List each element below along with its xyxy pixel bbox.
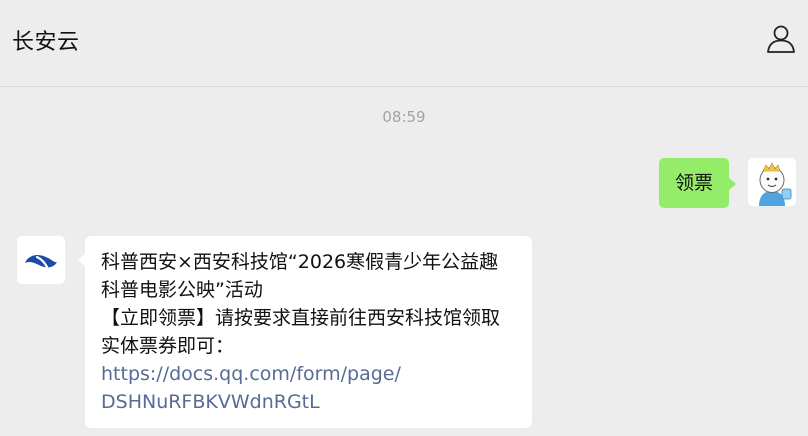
message-text-line: 实体票券即可：	[101, 335, 235, 357]
form-link[interactable]: https://docs.qq.com/form/page/	[101, 360, 518, 388]
incoming-message-bubble[interactable]: 科普西安×西安科技馆“2026寒假青少年公益趣 科普电影公映”活动 【立即领票】…	[78, 236, 532, 428]
outgoing-message-bubble[interactable]: 领票	[658, 158, 737, 208]
form-link[interactable]: DSHNuRFBKVWdnRGtL	[101, 388, 518, 416]
profile-button[interactable]	[764, 22, 798, 56]
chat-title: 长安云	[12, 30, 80, 55]
changan-cloud-logo-icon	[17, 236, 65, 284]
message-text-line: 【立即领票】请按要求直接前往西安科技馆领取	[101, 307, 501, 329]
message-text-line: 科普电影公映”活动	[101, 279, 263, 301]
sender-avatar[interactable]	[17, 236, 65, 284]
person-outline-icon	[767, 25, 795, 53]
cartoon-avatar-icon	[748, 158, 796, 206]
my-avatar[interactable]	[748, 158, 796, 206]
message-text-line: 科普西安×西安科技馆“2026寒假青少年公益趣	[101, 251, 499, 273]
chat-header: 长安云	[0, 0, 808, 87]
message-timestamp: 08:59	[382, 108, 426, 126]
